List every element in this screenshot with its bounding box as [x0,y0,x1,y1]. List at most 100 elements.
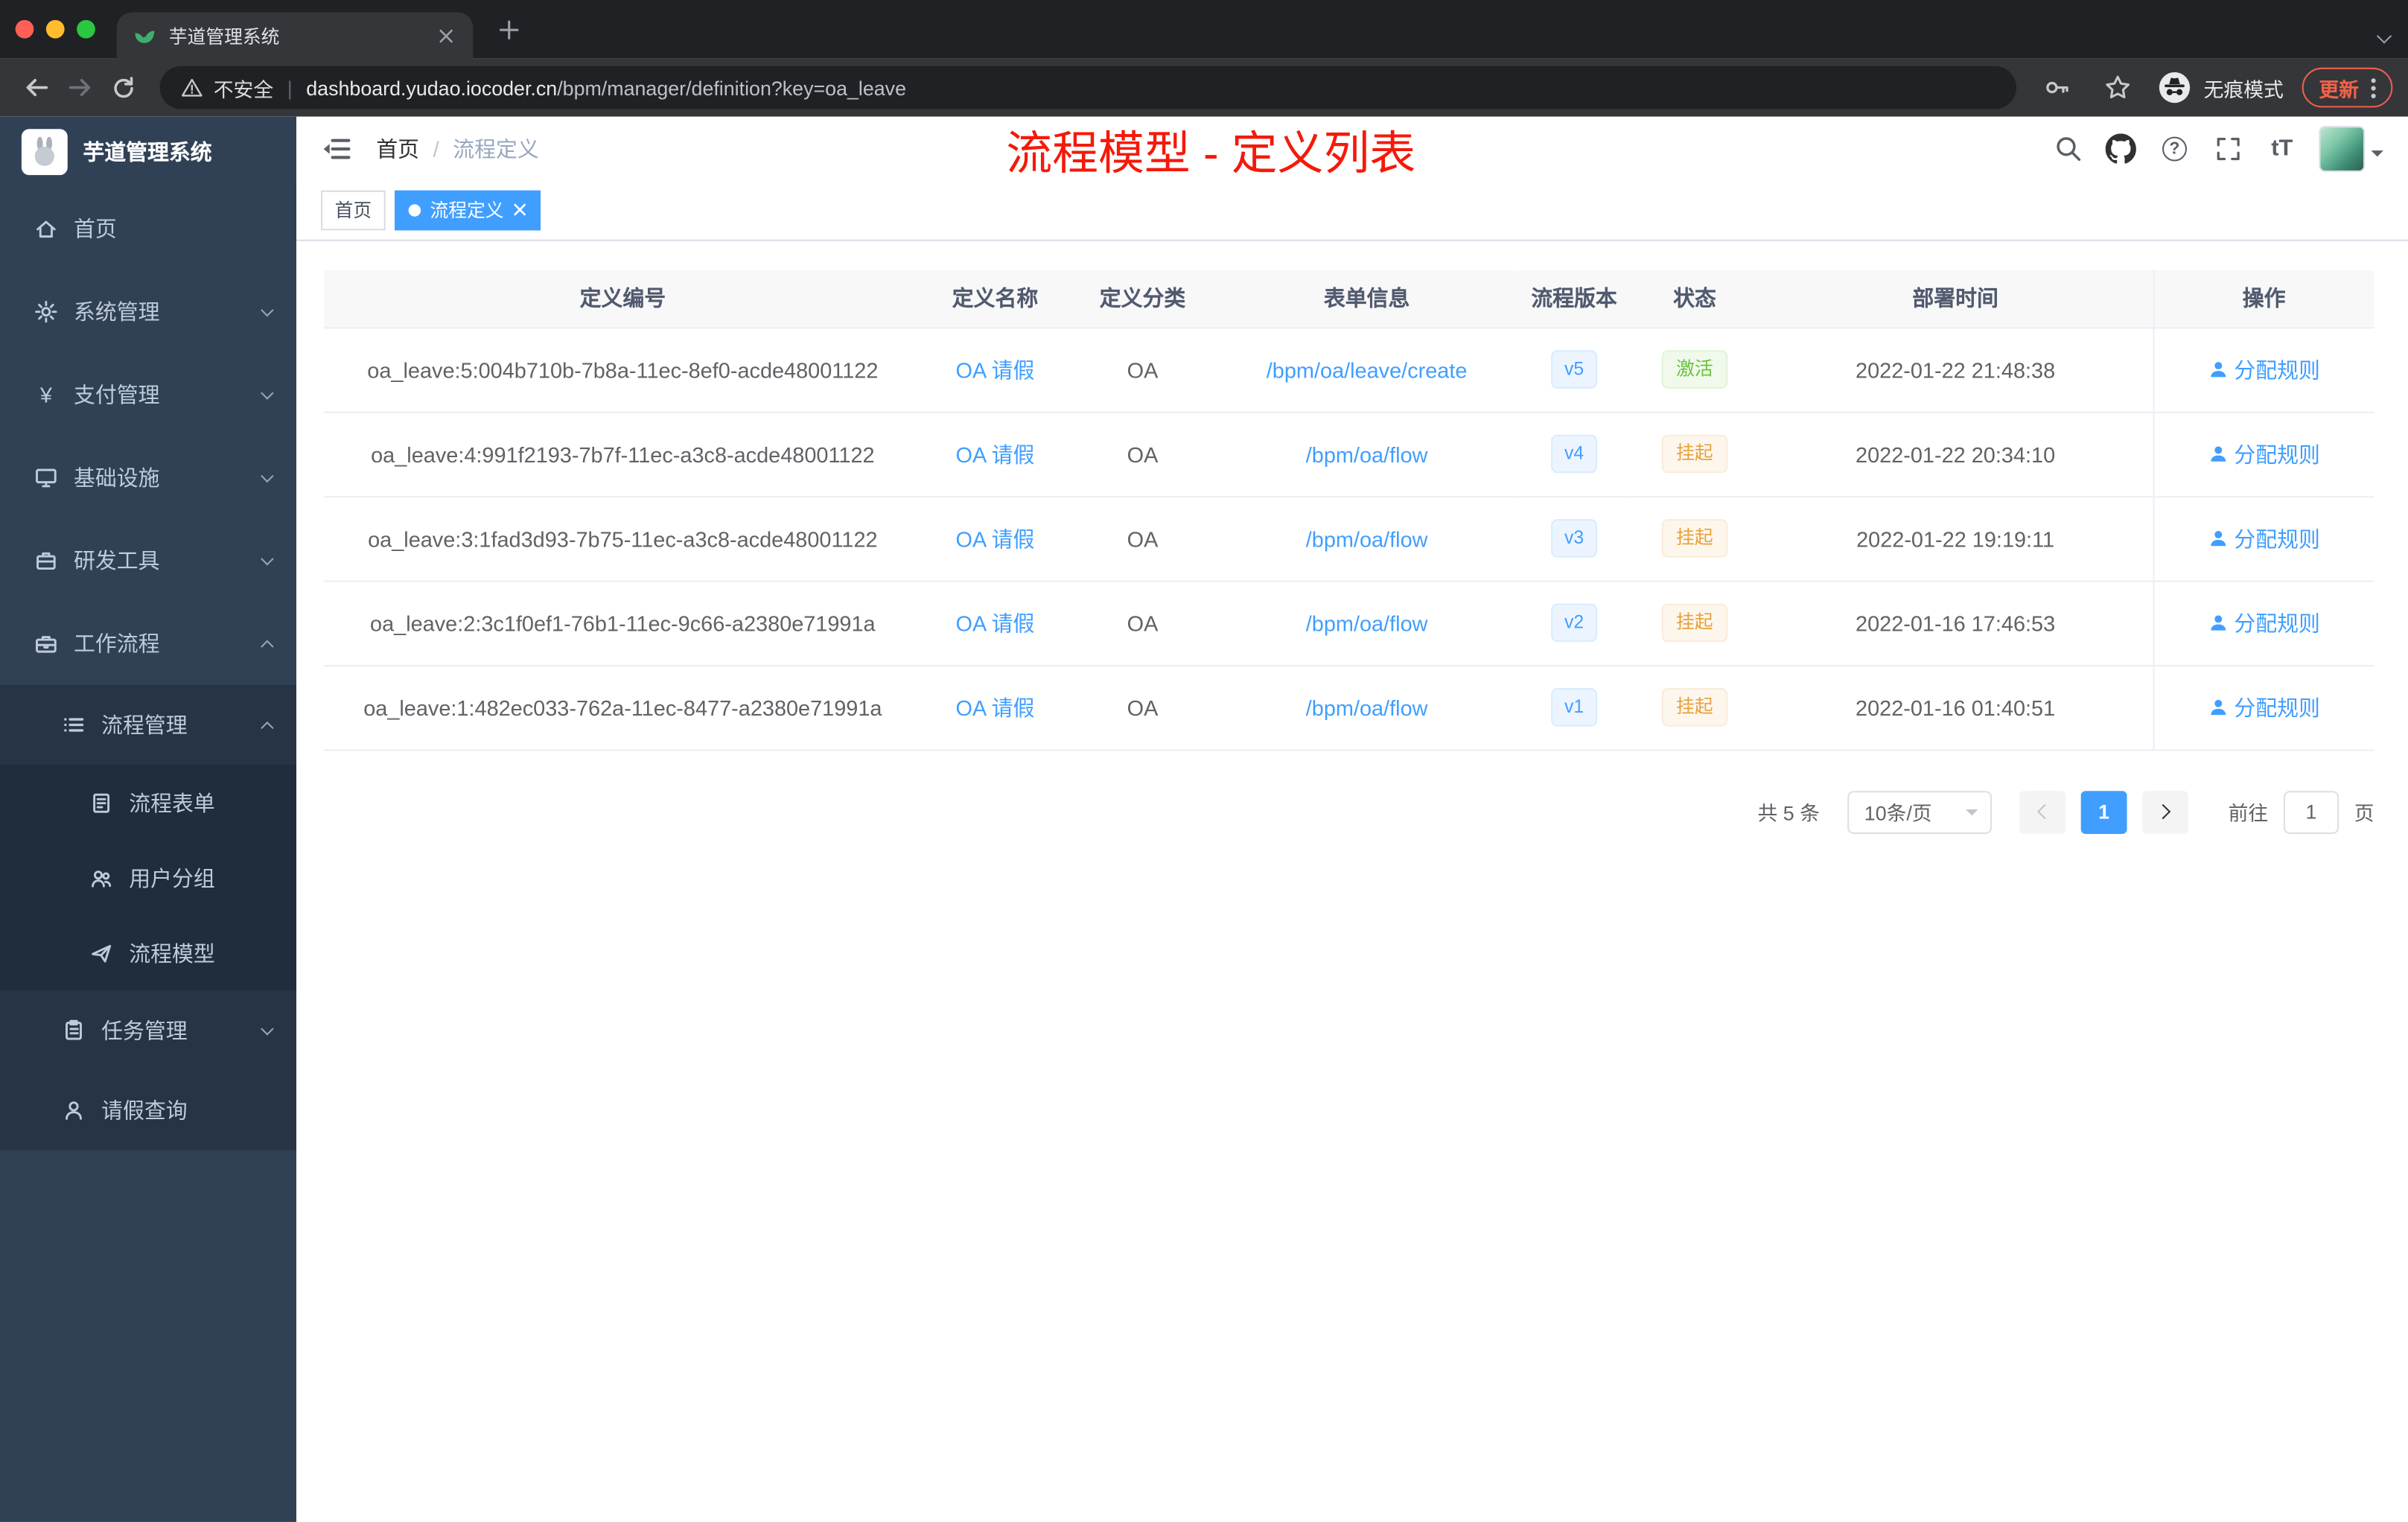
page-number-button[interactable]: 1 [2080,790,2127,833]
sidebar-item-process-form[interactable]: 流程表单 [0,765,297,841]
person-icon [2210,699,2226,716]
assign-rule-link[interactable]: 分配规则 [2208,439,2320,469]
search-icon[interactable] [2050,131,2083,165]
active-dot-icon [408,203,421,216]
briefcase-icon [34,631,58,656]
navbar-actions: ? tT [2050,125,2383,171]
pagination-total: 共 5 条 [1757,801,1820,825]
sidebar-item-task-management[interactable]: 任务管理 [0,990,297,1071]
security-label[interactable]: 不安全 [214,73,273,102]
sidebar-item-home[interactable]: 首页 [0,188,296,270]
form-link[interactable]: /bpm/oa/flow [1306,526,1428,550]
incognito-icon [2159,71,2191,104]
sidebar-item-payment[interactable]: ¥ 支付管理 [0,353,296,436]
password-key-icon[interactable] [2035,66,2078,109]
assign-rule-link[interactable]: 分配规则 [2208,523,2320,553]
assign-rule-link[interactable]: 分配规则 [2208,354,2320,384]
main-panel: 定义编号 定义名称 定义分类 表单信息 流程版本 状态 部署时间 操作 oa_l [296,241,2408,1522]
assign-rule-link[interactable]: 分配规则 [2208,692,2320,722]
github-icon[interactable] [2104,131,2138,165]
goto-page-input[interactable] [2283,790,2339,833]
close-window-button[interactable] [15,19,34,39]
sidebar-collapse-icon[interactable] [321,133,351,163]
form-link[interactable]: /bpm/oa/leave/create [1267,357,1468,382]
cell-category: OA [1068,327,1217,413]
tags-view-bar: 首页 流程定义 [296,179,2408,241]
person-icon [2210,362,2226,378]
form-link[interactable]: /bpm/oa/flow [1306,442,1428,466]
definition-name-link[interactable]: OA 请假 [956,611,1035,635]
status-badge: 挂起 [1662,519,1727,558]
form-link[interactable]: /bpm/oa/flow [1306,611,1428,635]
person-icon [2210,530,2226,547]
definition-name-link[interactable]: OA 请假 [956,526,1035,550]
back-button[interactable] [16,66,59,109]
tag-close-icon[interactable] [513,203,527,217]
reload-button[interactable] [101,66,144,109]
tab-close-icon[interactable] [433,23,458,48]
browser-tab-strip: 芋道管理系统 [0,0,2408,59]
browser-menu-icon [2371,77,2376,98]
bookmark-star-icon[interactable] [2096,66,2139,109]
version-badge: v3 [1550,519,1598,558]
cell-definition-id: oa_leave:5:004b710b-7b8a-11ec-8ef0-acde4… [324,327,922,413]
prev-page-button[interactable] [2019,790,2065,833]
update-label: 更新 [2319,77,2359,101]
pagination: 共 5 条 10条/页 1 前往 页 [324,790,2374,833]
cell-definition-id: oa_leave:1:482ec033-762a-11ec-8477-a2380… [324,665,922,751]
chevron-up-icon [261,639,274,653]
table-row: oa_leave:3:1fad3d93-7b75-11ec-a3c8-acde4… [324,496,2374,582]
definition-name-link[interactable]: OA 请假 [956,695,1035,719]
update-button[interactable]: 更新 [2302,67,2393,108]
help-icon[interactable]: ? [2158,131,2191,165]
definition-name-link[interactable]: OA 请假 [956,357,1035,382]
sidebar-item-system[interactable]: 系统管理 [0,270,296,353]
table-row: oa_leave:4:991f2193-7b7f-11ec-a3c8-acde4… [324,411,2374,497]
sidebar-item-workflow[interactable]: 工作流程 [0,602,296,685]
page-size-select[interactable]: 10条/页 [1847,790,1992,833]
cell-version: v3 [1517,496,1631,582]
font-size-icon[interactable]: tT [2265,131,2299,165]
chevron-up-icon [261,720,274,734]
cell-version: v4 [1517,411,1631,497]
assign-rule-link[interactable]: 分配规则 [2208,608,2320,638]
tag-home[interactable]: 首页 [321,189,386,230]
tag-process-definition[interactable]: 流程定义 [395,189,541,230]
col-category: 定义分类 [1068,270,1217,328]
tab-search-button[interactable] [2376,22,2392,49]
browser-tab[interactable]: 芋道管理系统 [116,12,474,59]
user-avatar[interactable] [2319,125,2383,171]
sidebar-item-dev-tools[interactable]: 研发工具 [0,519,296,602]
url-host: dashboard.yudao.iocoder.cn [306,76,558,100]
minimize-window-button[interactable] [45,19,65,39]
cell-status: 挂起 [1631,411,1759,497]
forward-button[interactable] [58,66,101,109]
sidebar-item-leave-query[interactable]: 请假查询 [0,1070,297,1150]
sidebar-item-process-management[interactable]: 流程管理 [0,684,297,765]
url-bar[interactable]: 不安全 | dashboard.yudao.iocoder.cn/bpm/man… [159,66,2016,109]
new-tab-button[interactable] [488,9,529,49]
table-header-row: 定义编号 定义名称 定义分类 表单信息 流程版本 状态 部署时间 操作 [324,270,2374,328]
table-row: oa_leave:2:3c1f0ef1-76b1-11ec-9c66-a2380… [324,580,2374,666]
cell-action: 分配规则 [2152,665,2374,751]
breadcrumb-home[interactable]: 首页 [376,133,419,163]
cell-category: OA [1068,411,1217,497]
chevron-down-icon [261,302,274,316]
sidebar-item-process-model[interactable]: 流程模型 [0,915,297,991]
definition-name-link[interactable]: OA 请假 [956,442,1035,466]
status-badge: 挂起 [1662,434,1727,474]
chevron-down-icon [261,386,274,399]
goto-label: 前往 [2228,801,2269,825]
zoom-window-button[interactable] [77,19,95,39]
cell-form-info: /bpm/oa/flow [1216,411,1517,497]
next-page-button[interactable] [2142,790,2188,833]
form-link[interactable]: /bpm/oa/flow [1306,695,1428,719]
fullscreen-icon[interactable] [2211,131,2245,165]
sidebar-item-user-group[interactable]: 用户分组 [0,840,297,916]
cell-deploy-time: 2022-01-22 20:34:10 [1758,411,2153,497]
cell-definition-id: oa_leave:3:1fad3d93-7b75-11ec-a3c8-acde4… [324,496,922,582]
cell-definition-name: OA 请假 [921,327,1069,413]
sidebar-item-infrastructure[interactable]: 基础设施 [0,436,296,519]
cell-deploy-time: 2022-01-16 01:40:51 [1758,665,2153,751]
col-form-info: 表单信息 [1216,270,1517,328]
